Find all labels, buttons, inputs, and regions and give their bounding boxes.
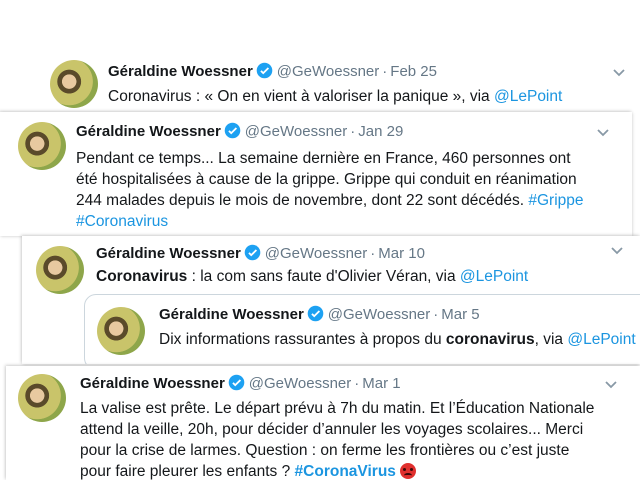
separator-dot: · — [370, 245, 376, 262]
tweet-text-line: été hospitalisées à cause de la grippe. … — [76, 171, 577, 188]
tweet-card-2[interactable]: Géraldine Woessner @GeWoessner · Jan 29 Pen… — [0, 112, 632, 236]
author-name[interactable]: Géraldine Woessner — [80, 375, 225, 392]
author-name[interactable]: Géraldine Woessner — [159, 306, 304, 323]
author-name[interactable]: Géraldine Woessner — [108, 63, 253, 80]
chevron-down-icon[interactable] — [596, 128, 610, 138]
tweet-text-line: pour la crise de larmes. Question : on f… — [80, 442, 570, 459]
verified-badge-icon — [228, 374, 245, 397]
tweet-text: Dix informations rassurantes à propos du — [159, 331, 446, 348]
tweet-text: Coronavirus : « On en vient à valoriser … — [108, 88, 494, 105]
tweet-date[interactable]: Feb 25 — [390, 63, 437, 80]
separator-dot: · — [433, 306, 439, 323]
mention-link[interactable]: @LePoint — [494, 88, 562, 105]
avatar[interactable] — [18, 122, 66, 170]
verified-badge-icon — [256, 62, 273, 85]
chevron-down-icon[interactable] — [610, 246, 624, 256]
author-name[interactable]: Géraldine Woessner — [96, 245, 241, 262]
hashtag-link[interactable]: #Grippe — [528, 192, 583, 209]
tweet-text-line: pour faire pleurer les enfants ? — [80, 463, 295, 480]
tweet-date[interactable]: Mar 5 — [441, 306, 479, 323]
angry-face-icon — [400, 463, 417, 479]
separator-dot: · — [354, 375, 360, 392]
hashtag-link[interactable]: #CoronaVirus — [295, 463, 396, 480]
avatar[interactable] — [18, 374, 66, 422]
hashtag-link[interactable]: #Coronavirus — [76, 213, 168, 230]
highlighted-term: coronavirus — [445, 331, 535, 348]
verified-badge-icon — [307, 305, 324, 328]
author-handle[interactable]: @GeWoessner — [328, 306, 431, 323]
author-handle[interactable]: @GeWoessner — [249, 375, 352, 392]
tweet-text-line: attend la veille, 20h, pour décider d’an… — [80, 421, 584, 438]
avatar[interactable] — [36, 246, 84, 294]
tweet-text-line: 244 malades depuis le mois de novembre, … — [76, 192, 529, 209]
verified-badge-icon — [224, 122, 241, 145]
mention-link[interactable]: @LePoint — [567, 331, 635, 348]
tweet-date[interactable]: Jan 29 — [358, 123, 403, 140]
verified-badge-icon — [244, 244, 261, 267]
tweet-card-3[interactable]: Géraldine Woessner @GeWoessner · Mar 10 Cor… — [22, 236, 640, 364]
quoted-tweet[interactable]: Géraldine Woessner @GeWoessner · Mar 5 Dix … — [84, 294, 640, 364]
tweet-text: : la com sans faute d'Olivier Véran, via — [187, 268, 460, 285]
tweet-text: , via — [534, 331, 568, 348]
tweet-date[interactable]: Mar 10 — [378, 245, 425, 262]
author-name[interactable]: Géraldine Woessner — [76, 123, 221, 140]
avatar[interactable] — [97, 307, 145, 355]
tweet-card-4[interactable]: Géraldine Woessner @GeWoessner · Mar 1 La v… — [6, 366, 640, 480]
chevron-down-icon[interactable] — [604, 380, 618, 390]
chevron-down-icon[interactable] — [612, 68, 626, 78]
author-handle[interactable]: @GeWoessner — [245, 123, 348, 140]
author-handle[interactable]: @GeWoessner — [277, 63, 380, 80]
tweet-text-line: La valise est prête. Le départ prévu à 7… — [80, 400, 595, 417]
avatar[interactable] — [50, 60, 98, 108]
tweet-date[interactable]: Mar 1 — [362, 375, 400, 392]
separator-dot: · — [350, 123, 356, 140]
separator-dot: · — [382, 63, 388, 80]
tweet-card-1[interactable]: Géraldine Woessner @GeWoessner · Feb 25 Cor… — [0, 52, 640, 114]
author-handle[interactable]: @GeWoessner — [265, 245, 368, 262]
mention-link[interactable]: @LePoint — [460, 268, 528, 285]
highlighted-term: Coronavirus — [96, 268, 188, 285]
tweet-text-line: Pendant ce temps... La semaine dernière … — [76, 150, 571, 167]
